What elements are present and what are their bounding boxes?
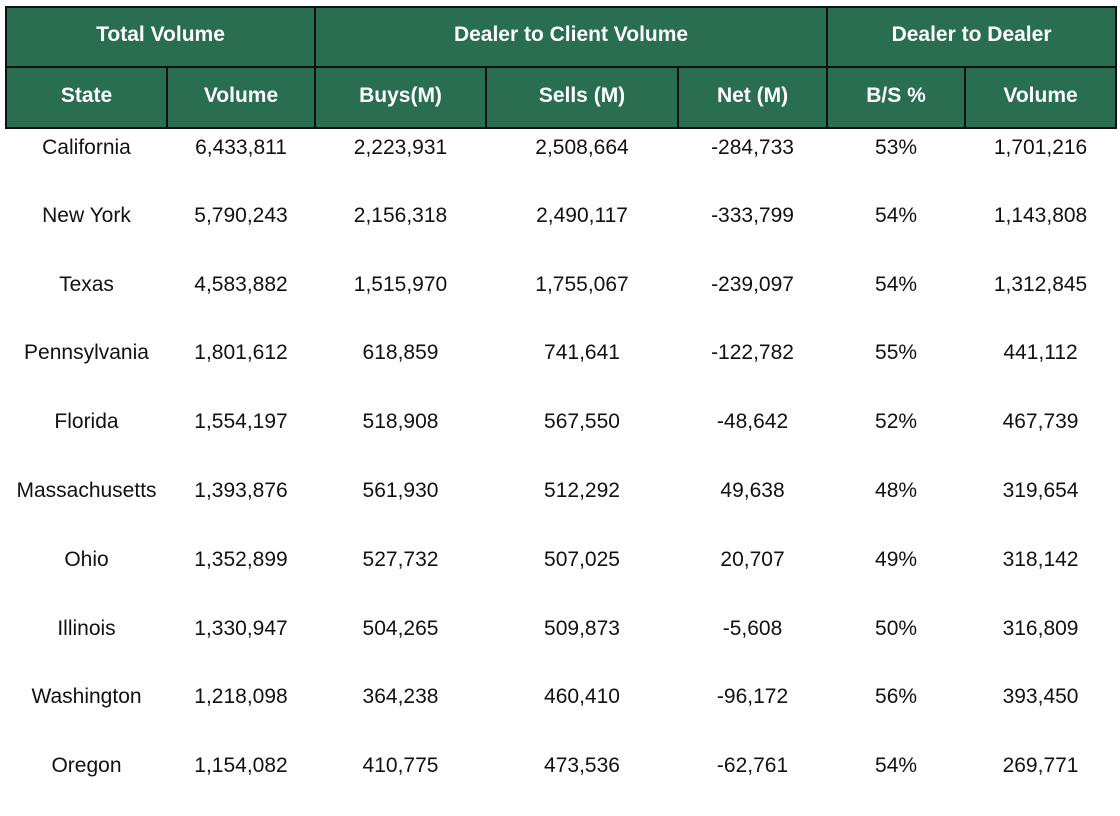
cell-dealer-volume: 319,654	[1002, 478, 1079, 502]
cell-net: -122,782	[711, 341, 794, 365]
cell-total-volume: 1,801,612	[194, 341, 288, 365]
table-row: Oregon 1,154,082 410,775 473,536 -62,761 54% 2…	[6, 747, 1116, 816]
cell-sells: 1,755,067	[535, 272, 629, 296]
cell-dealer-volume: 1,701,216	[993, 136, 1088, 159]
cell-sells: 512,292	[544, 478, 620, 502]
cell-total-volume: 4,583,882	[194, 272, 288, 296]
cell-state: Washington	[31, 685, 142, 709]
cell-bs-percent: 56%	[875, 685, 918, 709]
cell-buys: 561,930	[362, 478, 439, 502]
table-row: California 6,433,811 2,223,931 2,508,664 -28…	[6, 128, 1116, 197]
cell-bs-percent: 53%	[875, 136, 918, 159]
cell-net: -48,642	[716, 410, 789, 434]
table-row: Texas 4,583,882 1,515,970 1,755,067 -239,097…	[6, 266, 1116, 335]
cell-sells: 567,550	[544, 410, 620, 434]
cell-net: -284,733	[711, 136, 794, 159]
group-header-dealer-to-dealer: Dealer to Dealer	[826, 6, 1118, 68]
column-header-sells: Sells (M)	[485, 66, 680, 129]
cell-total-volume: 6,433,811	[195, 136, 287, 159]
cell-buys: 2,223,931	[353, 136, 448, 159]
cell-dealer-volume: 1,143,808	[993, 203, 1088, 227]
cell-net: -5,608	[722, 616, 783, 640]
table-row: Ohio 1,352,899 527,732 507,025 20,707 49% 318,…	[6, 541, 1116, 610]
volume-table: Total Volume Dealer to Client Volume Dea…	[4, 6, 1118, 816]
header-group-row: Total Volume Dealer to Client Volume Dea…	[4, 6, 1118, 68]
table-row: Washington 1,218,098 364,238 460,410 -96,172…	[6, 678, 1116, 747]
cell-dealer-volume: 318,142	[1002, 547, 1079, 571]
cell-buys: 518,908	[362, 410, 439, 434]
cell-net: -239,097	[711, 272, 794, 296]
cell-sells: 509,873	[544, 616, 620, 640]
cell-sells: 460,410	[544, 685, 620, 709]
cell-total-volume: 1,352,899	[194, 547, 288, 571]
table-row: Pennsylvania 1,801,612 618,859 741,641 -122,…	[6, 334, 1116, 403]
cell-total-volume: 5,790,243	[194, 203, 288, 227]
cell-total-volume: 1,393,876	[194, 478, 288, 502]
cell-net: -333,799	[711, 203, 794, 227]
cell-bs-percent: 55%	[875, 341, 918, 365]
cell-sells: 473,536	[544, 754, 620, 778]
column-header-state: State	[5, 66, 168, 129]
cell-dealer-volume: 467,739	[1002, 410, 1079, 434]
cell-sells: 2,490,117	[536, 203, 628, 227]
group-header-total-volume: Total Volume	[4, 6, 317, 68]
cell-net: 49,638	[720, 478, 785, 502]
cell-bs-percent: 54%	[875, 754, 918, 778]
cell-sells: 741,641	[544, 341, 620, 365]
cell-sells: 507,025	[544, 547, 620, 571]
column-header-net: Net (M)	[677, 66, 829, 129]
column-header-buys: Buys(M)	[314, 66, 488, 129]
cell-buys: 1,515,970	[353, 272, 448, 296]
cell-bs-percent: 52%	[875, 410, 918, 434]
column-header-bs-percent: B/S %	[826, 66, 967, 129]
cell-net: -96,172	[716, 685, 789, 709]
cell-state: Ohio	[64, 547, 109, 571]
cell-bs-percent: 54%	[875, 203, 918, 227]
column-header-total-volume: Volume	[165, 66, 317, 129]
cell-state: Florida	[54, 410, 119, 434]
cell-buys: 618,859	[362, 341, 439, 365]
cell-dealer-volume: 1,312,845	[993, 272, 1088, 296]
group-header-dealer-to-client: Dealer to Client Volume	[314, 6, 829, 68]
table-body: California 6,433,811 2,223,931 2,508,664 -28…	[6, 128, 1116, 816]
cell-state: Texas	[59, 272, 114, 296]
cell-state: Massachusetts	[16, 478, 157, 502]
cell-bs-percent: 48%	[875, 478, 918, 502]
cell-dealer-volume: 393,450	[1002, 685, 1079, 709]
table-row: Massachusetts 1,393,876 561,930 512,292 49,6…	[6, 472, 1116, 541]
cell-buys: 504,265	[362, 616, 439, 640]
cell-total-volume: 1,154,082	[194, 754, 288, 778]
cell-total-volume: 1,330,947	[194, 616, 288, 640]
cell-state: Illinois	[57, 616, 116, 640]
cell-bs-percent: 54%	[875, 272, 918, 296]
table-row: Illinois 1,330,947 504,265 509,873 -5,608 50%…	[6, 610, 1116, 679]
cell-state: New York	[42, 203, 131, 227]
cell-sells: 2,508,664	[535, 136, 629, 159]
table-row: New York 5,790,243 2,156,318 2,490,117 -333,…	[6, 197, 1116, 266]
header-column-row: State Volume Buys(M) Sells (M) Net (M) B…	[5, 66, 1118, 129]
cell-state: California	[42, 136, 131, 159]
cell-buys: 527,732	[362, 547, 439, 571]
table-header: Total Volume Dealer to Client Volume Dea…	[4, 6, 1118, 129]
cell-buys: 2,156,318	[353, 203, 448, 227]
cell-dealer-volume: 269,771	[1002, 754, 1079, 778]
column-header-dealer-volume: Volume	[964, 66, 1118, 129]
cell-state: Oregon	[51, 754, 122, 778]
cell-buys: 364,238	[362, 685, 439, 709]
cell-net: 20,707	[720, 547, 785, 571]
cell-state: Pennsylvania	[24, 341, 149, 365]
cell-total-volume: 1,218,098	[194, 685, 288, 709]
cell-dealer-volume: 316,809	[1002, 616, 1079, 640]
cell-dealer-volume: 441,112	[1003, 341, 1078, 365]
cell-net: -62,761	[716, 754, 789, 778]
cell-bs-percent: 49%	[875, 547, 918, 571]
cell-buys: 410,775	[362, 754, 439, 778]
cell-total-volume: 1,554,197	[194, 410, 288, 434]
cell-bs-percent: 50%	[875, 616, 918, 640]
table-row: Florida 1,554,197 518,908 567,550 -48,642 52%…	[6, 403, 1116, 472]
